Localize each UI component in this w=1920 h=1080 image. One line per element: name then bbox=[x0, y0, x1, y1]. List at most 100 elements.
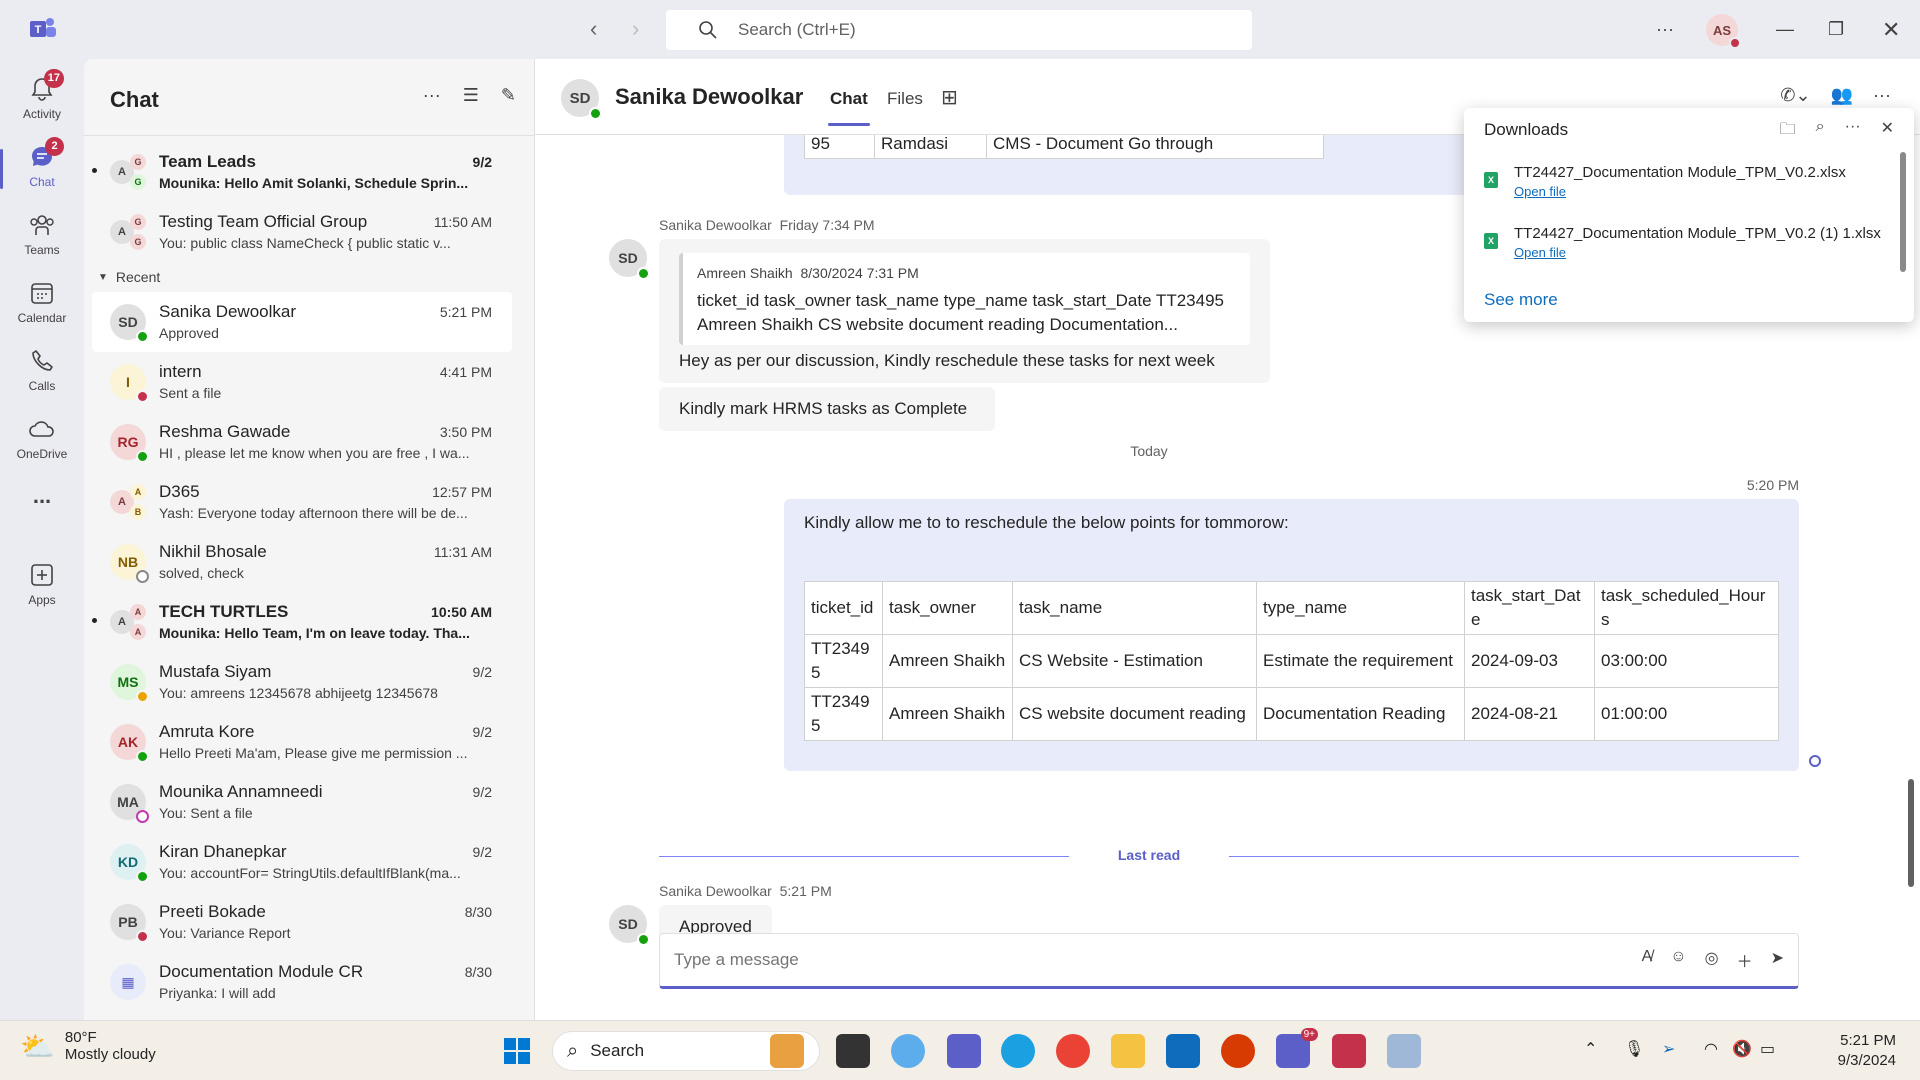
clock[interactable]: 5:21 PM 9/3/2024 bbox=[1838, 1031, 1896, 1071]
loop-icon[interactable]: ◎ bbox=[1705, 948, 1719, 972]
recorder-icon[interactable] bbox=[1332, 1034, 1366, 1068]
chat-time: 4:41 PM bbox=[439, 364, 492, 380]
location-icon[interactable]: ➢ bbox=[1662, 1039, 1675, 1059]
search-input[interactable]: Search (Ctrl+E) bbox=[666, 10, 1252, 50]
mic-muted-icon[interactable]: 🎙 bbox=[1624, 1039, 1644, 1059]
chat-item-d365[interactable]: A A B D365 12:57 PM Yash: Everyone today… bbox=[92, 472, 512, 532]
chat-item-tech-turtles[interactable]: A A A TECH TURTLES 10:50 AM Mounika: Hel… bbox=[92, 592, 512, 652]
message-bubble[interactable]: Amreen Shaikh 8/30/2024 7:31 PM ticket_i… bbox=[659, 239, 1270, 383]
chat-item-mounika[interactable]: MA Mounika Annamneedi 9/2 You: Sent a fi… bbox=[92, 772, 512, 832]
chat-name: Preeti Bokade bbox=[159, 902, 266, 921]
last-read-line bbox=[659, 856, 1799, 857]
chat-item-reshma[interactable]: RG Reshma Gawade 3:50 PM HI , please let… bbox=[92, 412, 512, 472]
open-file-link[interactable]: Open file bbox=[1514, 245, 1566, 260]
format-icon[interactable]: A̸ bbox=[1642, 948, 1653, 972]
filter-icon[interactable]: ☰ bbox=[463, 85, 479, 106]
emoji-icon[interactable]: ☺ bbox=[1670, 948, 1686, 972]
weather-widget[interactable]: ⛅ 80°F Mostly cloudy bbox=[20, 1029, 156, 1063]
sender-avatar[interactable]: SD bbox=[609, 239, 650, 280]
restore-icon[interactable]: ❐ bbox=[1828, 0, 1844, 59]
teams-active-icon[interactable]: 9+ bbox=[1276, 1028, 1318, 1068]
wifi-icon[interactable]: ◠ bbox=[1704, 1039, 1718, 1059]
contact-avatar[interactable]: SD bbox=[561, 79, 602, 120]
download-item[interactable]: X TT24427_Documentation Module_TPM_V0.2 … bbox=[1484, 225, 1884, 275]
task-view-icon[interactable] bbox=[836, 1034, 870, 1068]
message-text: Kindly allow me to to reschedule the bel… bbox=[804, 513, 1289, 532]
scrollbar[interactable] bbox=[1908, 779, 1914, 887]
window-app-icon[interactable] bbox=[1387, 1034, 1421, 1068]
downloads-search-icon[interactable]: ⌕ bbox=[1816, 118, 1825, 145]
forward-arrow-icon[interactable]: › bbox=[632, 16, 639, 42]
contact-name[interactable]: Sanika Dewoolkar bbox=[615, 84, 803, 110]
call-icon[interactable]: ✆⌄ bbox=[1780, 85, 1810, 106]
download-item[interactable]: X TT24427_Documentation Module_TPM_V0.2.… bbox=[1484, 164, 1884, 214]
quoted-message[interactable]: Amreen Shaikh 8/30/2024 7:31 PM ticket_i… bbox=[679, 253, 1250, 345]
edge-icon[interactable] bbox=[1001, 1034, 1035, 1068]
rail-more[interactable]: ... bbox=[0, 483, 84, 551]
chat-time: 12:57 PM bbox=[432, 484, 492, 500]
close-window-icon[interactable]: ✕ bbox=[1882, 0, 1900, 59]
rail-calls[interactable]: Calls bbox=[0, 339, 84, 407]
rail-activity[interactable]: 17 Activity bbox=[0, 67, 84, 135]
wps-icon[interactable] bbox=[1221, 1034, 1255, 1068]
chat-item-nikhil[interactable]: NB Nikhil Bhosale 11:31 AM solved, check bbox=[92, 532, 512, 592]
chat-item-intern[interactable]: I intern 4:41 PM Sent a file bbox=[92, 352, 512, 412]
chat-more-options-icon[interactable]: ··· bbox=[423, 85, 441, 106]
briefcase-app-icon[interactable] bbox=[770, 1034, 804, 1068]
new-chat-icon[interactable]: ✎ bbox=[501, 85, 516, 106]
tab-files[interactable]: Files bbox=[887, 89, 923, 109]
weather-text: Mostly cloudy bbox=[64, 1046, 156, 1063]
chat-item-preeti[interactable]: PB Preeti Bokade 8/30 You: Variance Repo… bbox=[92, 892, 512, 952]
rail-onedrive[interactable]: OneDrive bbox=[0, 407, 84, 475]
tray-chevron-icon[interactable]: ⌃ bbox=[1584, 1039, 1597, 1059]
message-bubble[interactable]: Kindly mark HRMS tasks as Complete bbox=[659, 387, 995, 431]
rail-calendar[interactable]: Calendar bbox=[0, 271, 84, 339]
avatar: NB bbox=[110, 544, 149, 583]
attach-plus-icon[interactable]: ＋ bbox=[1737, 948, 1753, 972]
chat-item-amruta[interactable]: AK Amruta Kore 9/2 Hello Preeti Ma'am, P… bbox=[92, 712, 512, 772]
battery-icon[interactable]: ▭ bbox=[1760, 1039, 1775, 1059]
my-message-bubble[interactable]: Kindly allow me to to reschedule the bel… bbox=[784, 499, 1799, 771]
header-more-icon[interactable]: ··· bbox=[1873, 85, 1891, 106]
add-people-icon[interactable]: 👥 bbox=[1831, 85, 1853, 106]
open-file-link[interactable]: Open file bbox=[1514, 184, 1566, 199]
chat-item-testing-team[interactable]: A G G Testing Team Official Group 11:50 … bbox=[92, 202, 512, 262]
rail-teams[interactable]: Teams bbox=[0, 203, 84, 271]
file-explorer-icon[interactable] bbox=[1111, 1034, 1145, 1068]
send-icon[interactable]: ➤ bbox=[1771, 948, 1784, 972]
chat-item-documentation-cr[interactable]: ▦ Documentation Module CR 8/30 Priyanka:… bbox=[92, 952, 512, 1012]
title-bar: T ‹ › Search (Ctrl+E) ··· AS — ❐ ✕ bbox=[0, 0, 1920, 59]
minimize-icon[interactable]: — bbox=[1776, 0, 1794, 59]
chat-item-kiran[interactable]: KD Kiran Dhanepkar 9/2 You: accountFor= … bbox=[92, 832, 512, 892]
windows-start-icon[interactable] bbox=[503, 1037, 531, 1065]
back-arrow-icon[interactable]: ‹ bbox=[590, 16, 597, 42]
see-more-link[interactable]: See more bbox=[1484, 290, 1558, 310]
rail-label: Apps bbox=[28, 593, 56, 607]
message-input[interactable] bbox=[674, 946, 1554, 974]
recent-section-toggle[interactable]: ▼ Recent bbox=[84, 262, 534, 292]
teams-logo-icon[interactable]: T bbox=[30, 17, 56, 41]
downloads-close-icon[interactable]: ✕ bbox=[1881, 118, 1894, 145]
outlook-icon[interactable] bbox=[1166, 1034, 1200, 1068]
copilot-icon[interactable] bbox=[891, 1034, 925, 1068]
speaker-muted-icon[interactable]: 🔇 bbox=[1732, 1039, 1752, 1059]
open-folder-icon[interactable]: 🗀 bbox=[1780, 118, 1796, 145]
add-tab-icon[interactable]: ⊞ bbox=[941, 85, 958, 110]
caret-down-icon: ▼ bbox=[98, 271, 108, 283]
chat-item-team-leads[interactable]: A G G Team Leads 9/2 Mounika: Hello Amit… bbox=[92, 142, 512, 202]
user-avatar[interactable]: AS bbox=[1706, 14, 1741, 49]
rail-apps[interactable]: Apps bbox=[0, 553, 84, 621]
chrome-icon[interactable] bbox=[1056, 1034, 1090, 1068]
tab-chat[interactable]: Chat bbox=[828, 89, 870, 126]
downloads-scrollbar[interactable] bbox=[1900, 152, 1906, 272]
chat-item-sanika[interactable]: SD Sanika Dewoolkar 5:21 PM Approved bbox=[92, 292, 512, 352]
downloads-more-icon[interactable]: ··· bbox=[1845, 118, 1861, 145]
chat-item-mustafa[interactable]: MS Mustafa Siyam 9/2 You: amreens 123456… bbox=[92, 652, 512, 712]
out-of-office-status-icon bbox=[136, 810, 149, 823]
table-cell: TT23495 bbox=[804, 687, 883, 741]
rail-chat[interactable]: 2 Chat bbox=[0, 135, 84, 203]
more-options-icon[interactable]: ··· bbox=[1656, 0, 1674, 59]
more-apps-icon: ... bbox=[32, 483, 52, 508]
teams-app-icon[interactable] bbox=[947, 1034, 981, 1068]
sender-avatar[interactable]: SD bbox=[609, 905, 650, 945]
